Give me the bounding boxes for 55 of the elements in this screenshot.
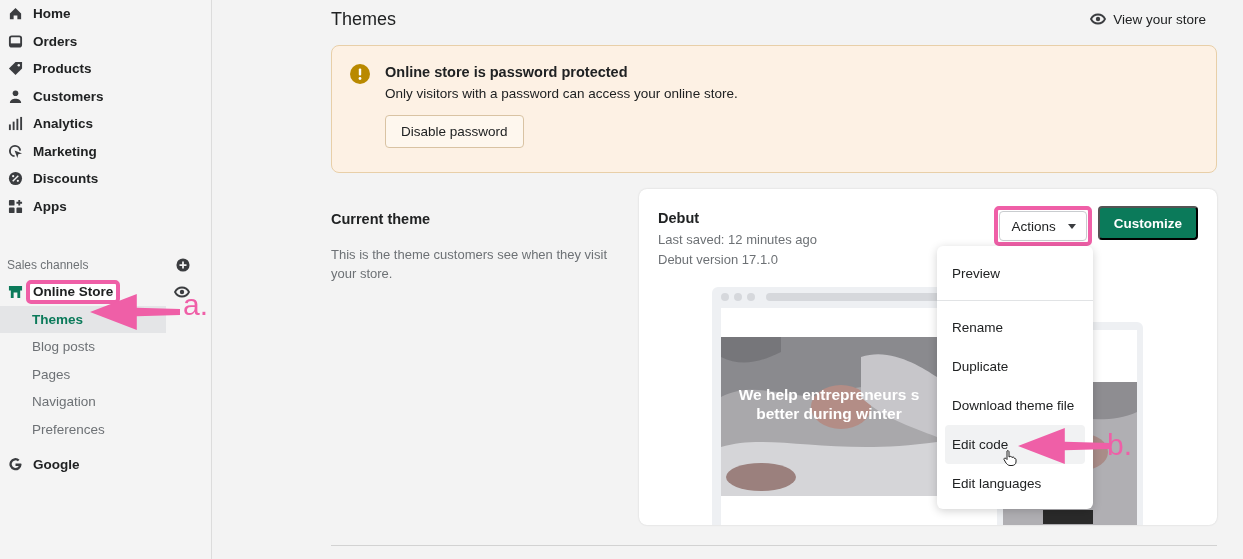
nav-item[interactable]: Marketing xyxy=(0,137,160,165)
arrow-icon xyxy=(90,294,180,330)
nav-item[interactable]: Analytics xyxy=(0,110,160,138)
percent-icon xyxy=(8,171,23,187)
nav-subitem[interactable]: Navigation xyxy=(0,388,166,416)
nav-item[interactable]: Orders xyxy=(0,27,160,55)
nav-item[interactable]: Products xyxy=(0,55,160,83)
cursor-target-icon xyxy=(8,143,23,159)
caret-icon xyxy=(1067,223,1076,229)
menu-item[interactable]: Rename xyxy=(945,308,1085,347)
preview-headline: better during winter xyxy=(755,404,903,423)
view-store-link[interactable]: View your store xyxy=(1090,11,1206,27)
preview-headline: We help entrepreneurs s xyxy=(737,385,921,404)
bar-chart-icon xyxy=(8,116,23,132)
hand-cursor-icon xyxy=(1003,450,1017,466)
banner-title: Online store is password protected xyxy=(385,64,629,80)
menu-item[interactable]: Download theme file xyxy=(945,386,1085,425)
plus-circle-icon xyxy=(176,258,190,272)
apps-icon xyxy=(8,198,23,214)
page-title: Themes xyxy=(331,8,397,30)
eye-icon xyxy=(174,285,190,298)
disable-password-button[interactable]: Disable password xyxy=(385,115,524,148)
theme-name: Debut xyxy=(658,210,701,226)
theme-version: Debut version 17.1.0 xyxy=(658,251,779,269)
annotation-label: a. xyxy=(183,288,209,322)
nav-subitem[interactable]: Preferences xyxy=(0,415,166,443)
nav-item[interactable]: Apps xyxy=(0,192,160,220)
nav-item[interactable]: Home xyxy=(0,0,160,28)
section-heading: Current theme xyxy=(331,211,432,227)
google-g-icon xyxy=(8,457,23,473)
nav-item[interactable]: Online Store xyxy=(0,278,160,306)
arrow-icon xyxy=(1018,428,1110,464)
annotation-label: b. xyxy=(1107,428,1133,462)
section-heading: Sales channels xyxy=(7,258,89,272)
tag-icon xyxy=(8,61,23,77)
last-saved-text: Last saved: 12 minutes ago xyxy=(658,231,817,249)
actions-button[interactable]: Actions xyxy=(999,211,1087,241)
banner-text: Only visitors with a password can access your online store. xyxy=(385,86,738,101)
person-icon xyxy=(8,88,23,104)
menu-item[interactable]: Duplicate xyxy=(945,347,1085,386)
warning-icon xyxy=(350,64,370,84)
eye-icon xyxy=(1090,13,1107,25)
section-description: This is the theme customers see when they visit your store. xyxy=(331,246,608,283)
menu-item[interactable]: Preview xyxy=(945,254,1085,292)
nav-item[interactable]: Google xyxy=(0,451,160,479)
nav-item[interactable]: Customers xyxy=(0,82,160,110)
store-icon xyxy=(8,284,23,300)
highlight-box: Online Store xyxy=(26,279,121,304)
nav-subitem[interactable]: Blog posts xyxy=(0,333,166,361)
nav-subitem[interactable]: Pages xyxy=(0,360,166,388)
menu-item[interactable]: Edit languages xyxy=(945,464,1085,503)
customize-button[interactable]: Customize xyxy=(1097,206,1198,240)
nav-item[interactable]: Discounts xyxy=(0,165,160,193)
home-icon xyxy=(8,6,23,22)
inbox-icon xyxy=(8,33,23,49)
